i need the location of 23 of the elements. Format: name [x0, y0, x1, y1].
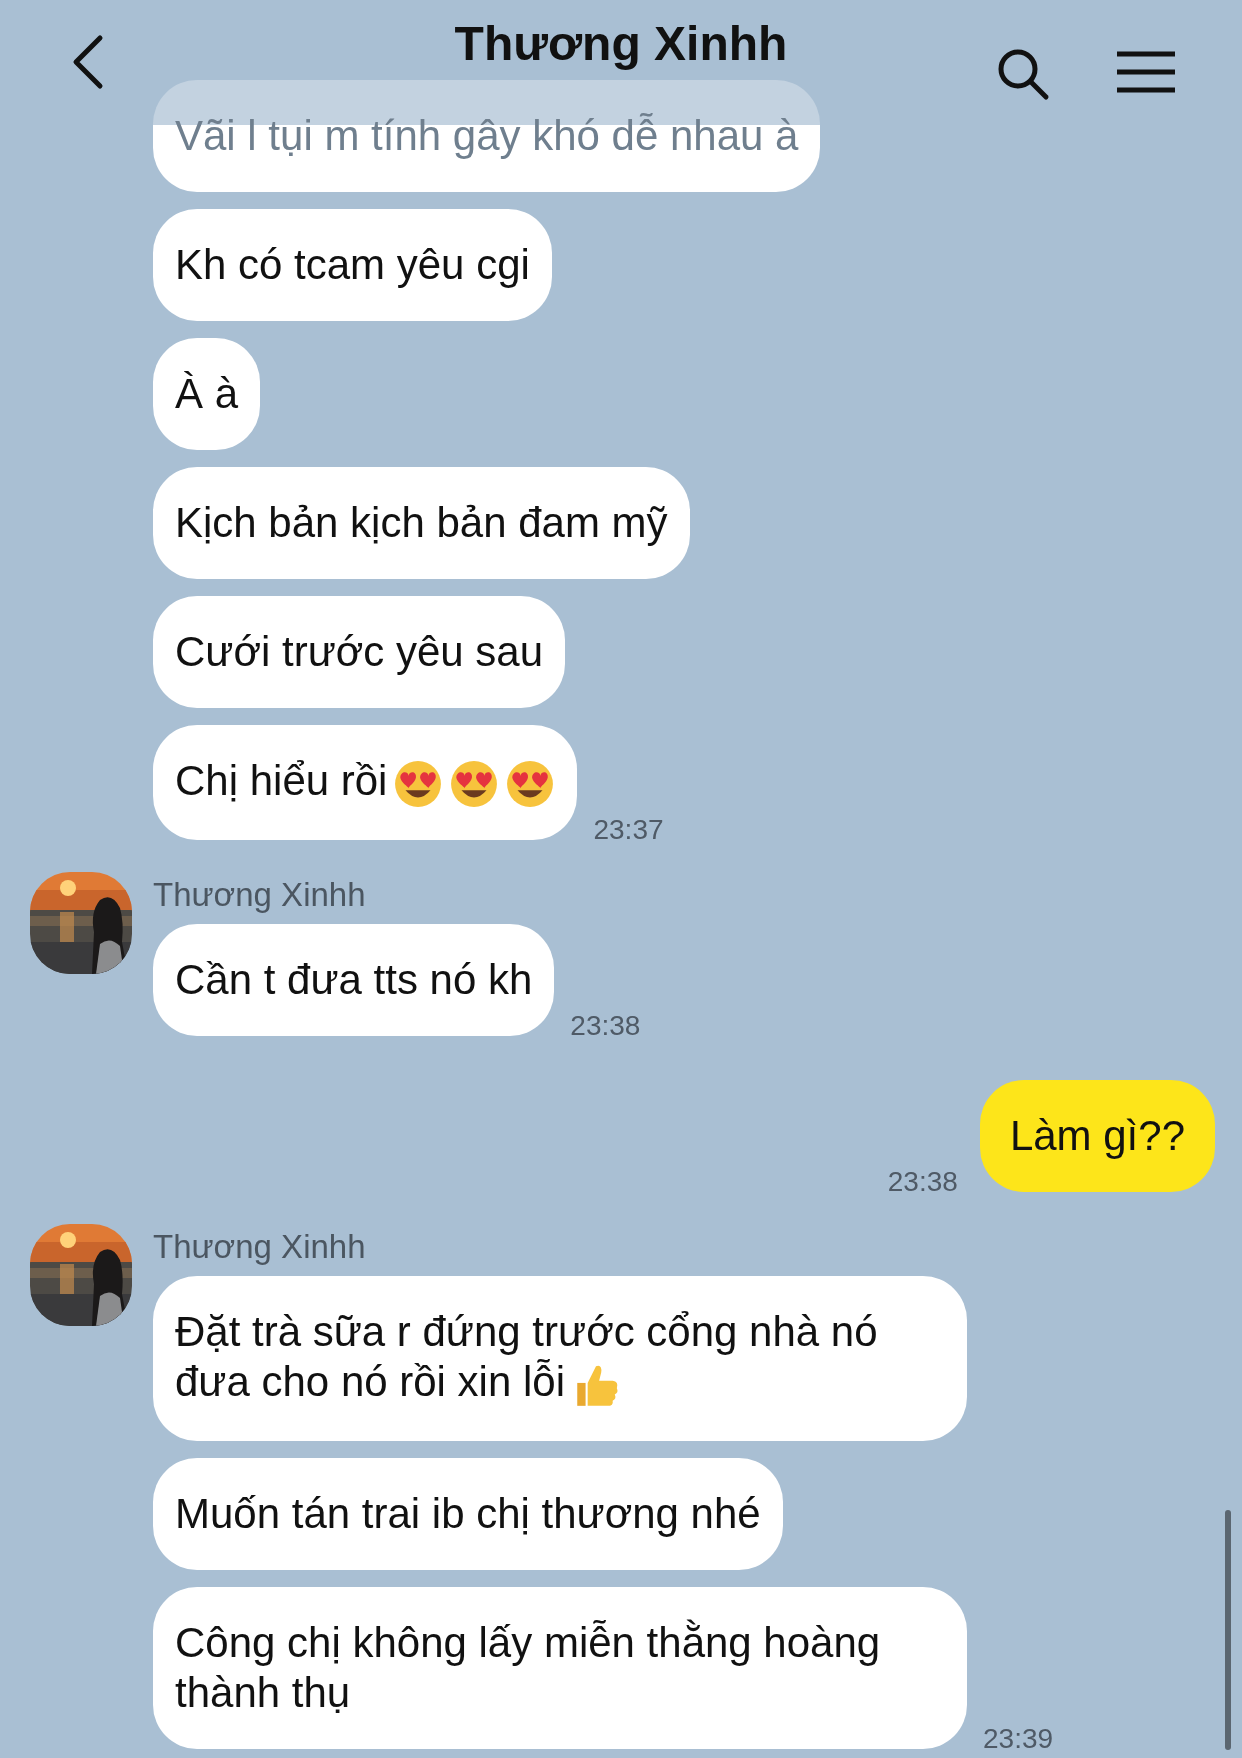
message-time: 23:37 — [593, 813, 664, 846]
message-bubble[interactable]: Cưới trước yêu sau — [153, 596, 566, 708]
scrollbar[interactable] — [1225, 1510, 1231, 1750]
message-bubble[interactable]: Cần t đưa tts nó kh — [153, 923, 555, 1036]
heart-eyes-face-icon — [505, 758, 556, 809]
message-bubble[interactable]: Công chị không lấy miễn thằng hoàng thành thụ — [153, 1586, 967, 1749]
message-bubble[interactable]: Kịch bản kịch bản đam mỹ — [153, 467, 690, 579]
message-bubble[interactable]: Làm gì?? — [979, 1079, 1215, 1192]
message-time: 23:38 — [887, 1165, 958, 1198]
heart-eyes-face-icon — [449, 758, 500, 809]
message-time: 23:39 — [983, 1722, 1054, 1755]
sender-name: Thương Xinhh — [153, 1227, 367, 1266]
message-bubble[interactable]: À à — [153, 338, 261, 450]
message-time: 23:38 — [570, 1009, 641, 1042]
heart-eyes-face-icon — [393, 758, 444, 809]
message-bubble[interactable]: Vãi l tụi m tính gây khó dễ nhau à — [153, 80, 821, 192]
chat-title: Thương Xinhh — [454, 16, 788, 72]
menu-icon[interactable] — [1115, 50, 1177, 94]
message-bubble[interactable]: Kh có tcam yêu cgi — [153, 209, 552, 321]
sender-name: Thương Xinhh — [153, 875, 367, 914]
message-bubble[interactable]: Đặt trà sữa r đứng trước cổng nhà nó đưa cho nó rồi xin lỗi — [153, 1275, 967, 1441]
message-bubble[interactable]: Chị hiểu rồi — [153, 725, 578, 840]
message-bubble[interactable]: Muốn tán trai ib chị thương nhé — [153, 1457, 783, 1570]
